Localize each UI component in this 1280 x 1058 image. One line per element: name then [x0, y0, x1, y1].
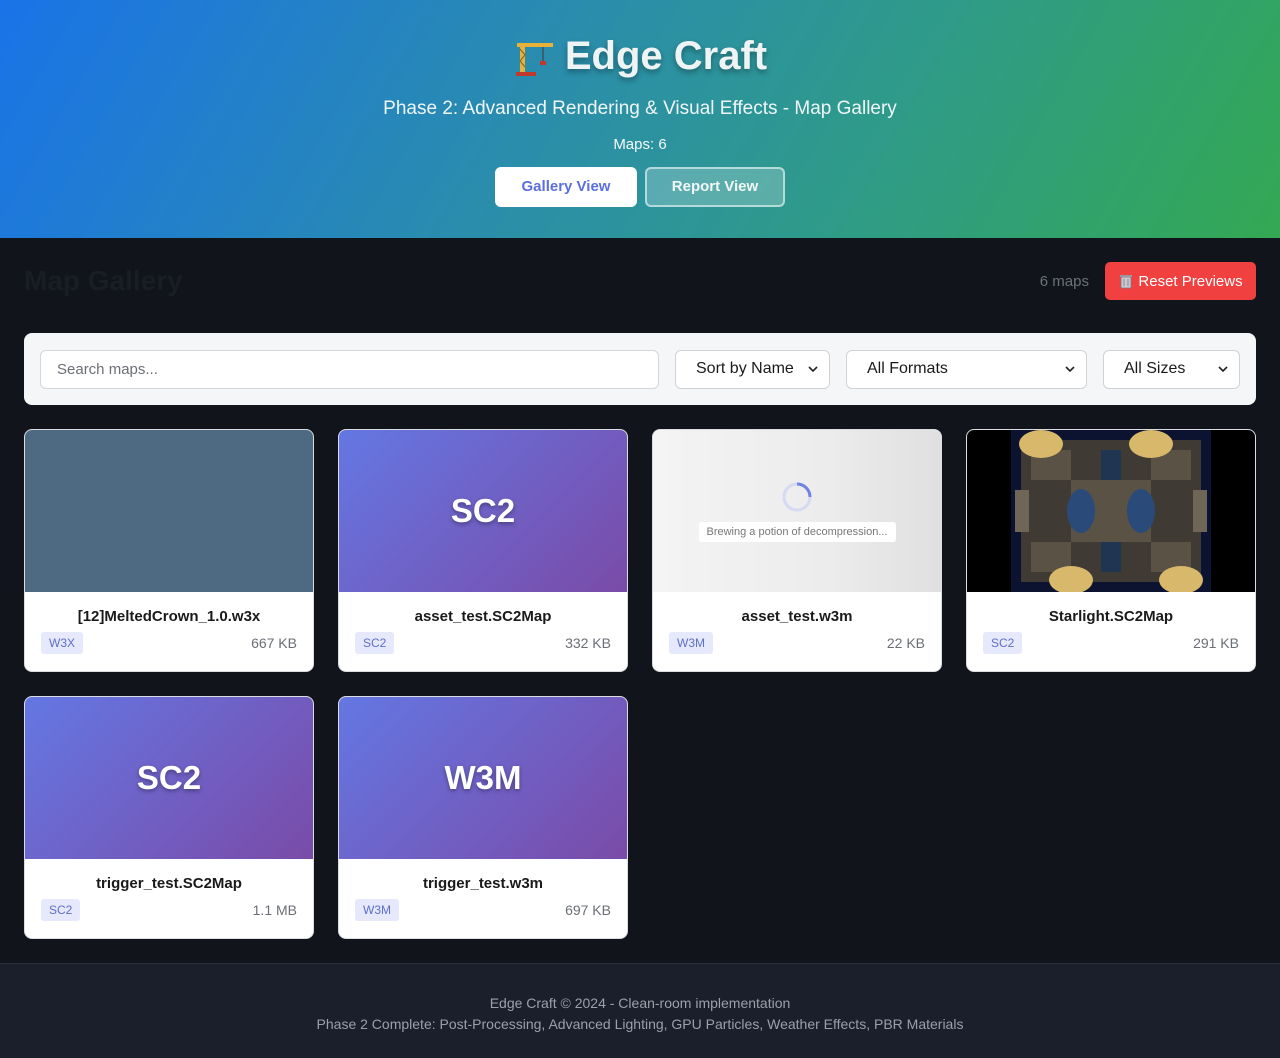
reset-previews-label: Reset Previews: [1138, 272, 1243, 290]
size-select[interactable]: All Sizes: [1103, 349, 1240, 389]
format-select[interactable]: All Formats: [846, 349, 1087, 389]
sort-select-value: Sort by Name: [696, 360, 794, 377]
map-card[interactable]: W3M trigger_test.w3m W3M 697 KB: [338, 696, 628, 939]
filter-bar: Search maps... Sort by Name All Formats …: [24, 333, 1256, 405]
map-name: [12]MeltedCrown_1.0.w3x: [77, 608, 261, 625]
view-toggle: Gallery View Report View: [0, 166, 1280, 207]
reset-previews-button[interactable]: Reset Previews: [1105, 262, 1256, 300]
map-thumbnail: [967, 430, 1255, 592]
map-card[interactable]: SC2 trigger_test.SC2Map SC2 1.1 MB: [24, 696, 314, 939]
file-size: 22 KB: [886, 635, 925, 651]
gallery-view-button[interactable]: Gallery View: [495, 166, 637, 207]
format-badge: SC2: [355, 632, 395, 654]
format-badge: W3M: [355, 899, 399, 921]
loading-message: Brewing a potion of decompression...: [698, 521, 896, 542]
map-grid: [12]MeltedCrown_1.0.w3x W3X 667 KB SC2 a…: [24, 429, 1256, 939]
thumbnail-format-label: SC2: [136, 759, 202, 796]
chevron-down-icon: [1065, 366, 1075, 373]
size-select-value: All Sizes: [1124, 360, 1186, 377]
app-subtitle: Phase 2: Advanced Rendering & Visual Eff…: [383, 97, 897, 119]
search-input[interactable]: Search maps...: [40, 349, 659, 389]
maps-count: Maps: 6: [613, 135, 667, 153]
chevron-down-icon: [1218, 366, 1228, 373]
page-footer: Edge Craft © 2024 - Clean-room implement…: [0, 963, 1280, 1058]
footer-phase-info: Phase 2 Complete: Post-Processing, Advan…: [316, 1016, 964, 1032]
app-title-text: Edge Craft: [564, 34, 768, 78]
map-card[interactable]: Brewing a potion of decompression... ass…: [652, 429, 942, 672]
footer-copyright: Edge Craft © 2024 - Clean-room implement…: [489, 995, 791, 1011]
sort-select[interactable]: Sort by Name: [675, 349, 830, 389]
map-thumbnail: Brewing a potion of decompression...: [653, 430, 941, 592]
trash-icon: [1120, 275, 1133, 289]
map-card[interactable]: SC2 asset_test.SC2Map SC2 332 KB: [338, 429, 628, 672]
map-name: Starlight.SC2Map: [1048, 608, 1174, 625]
map-card[interactable]: [12]MeltedCrown_1.0.w3x W3X 667 KB: [24, 429, 314, 672]
file-size: 667 KB: [251, 635, 297, 651]
file-size: 1.1 MB: [252, 902, 297, 918]
chevron-down-icon: [808, 366, 818, 373]
file-size: 697 KB: [565, 902, 611, 918]
search-placeholder: Search maps...: [57, 360, 158, 378]
map-preview-image: [1011, 430, 1211, 592]
file-size: 291 KB: [1193, 635, 1239, 651]
map-name: asset_test.w3m: [741, 608, 853, 625]
map-name: asset_test.SC2Map: [414, 608, 552, 625]
gallery-toolbar: Map Gallery 6 maps Reset Previews: [0, 238, 1280, 324]
map-thumbnail: SC2: [339, 430, 627, 592]
format-badge: W3X: [41, 632, 84, 654]
file-size: 332 KB: [565, 635, 611, 651]
gallery-actions: 6 maps Reset Previews: [1040, 262, 1256, 300]
thumbnail-format-label: SC2: [450, 492, 516, 529]
page-header: Edge Craft Phase 2: Advanced Rendering &…: [0, 0, 1280, 238]
format-badge: SC2: [41, 899, 81, 921]
map-count-label: 6 maps: [1039, 272, 1089, 290]
map-thumbnail: SC2: [25, 697, 313, 859]
map-name: trigger_test.SC2Map: [96, 875, 242, 892]
map-card[interactable]: Starlight.SC2Map SC2 291 KB: [966, 429, 1256, 672]
format-badge: W3M: [669, 632, 713, 654]
report-view-button[interactable]: Report View: [645, 166, 785, 207]
thumbnail-format-label: W3M: [444, 759, 522, 796]
spinner-icon: [782, 482, 812, 511]
app-title: Edge Craft: [513, 34, 767, 79]
map-name: trigger_test.w3m: [422, 875, 544, 892]
format-badge: SC2: [983, 632, 1023, 654]
crane-icon: [515, 42, 553, 76]
map-thumbnail: [25, 430, 313, 592]
map-thumbnail: W3M: [339, 697, 627, 859]
format-select-value: All Formats: [867, 360, 948, 377]
gallery-title: Map Gallery: [24, 265, 183, 296]
